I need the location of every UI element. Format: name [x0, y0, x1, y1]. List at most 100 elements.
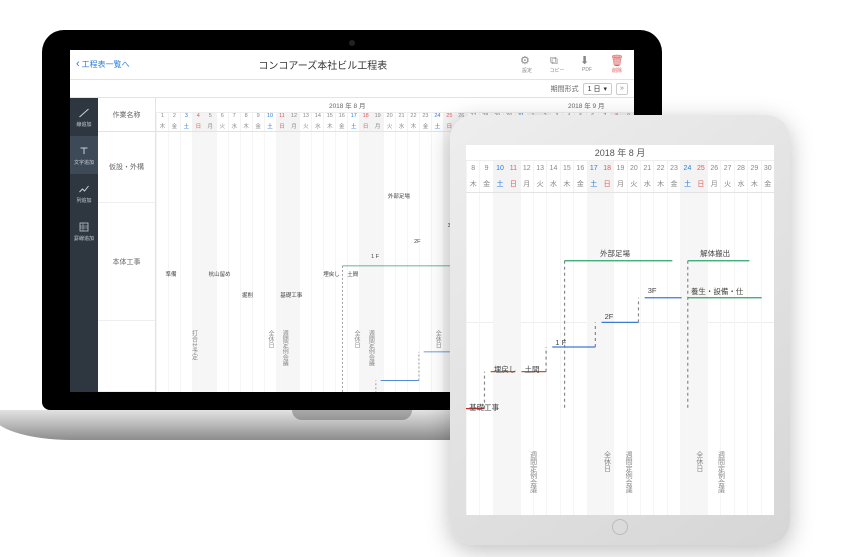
schedule-note: 週間定例会議 — [366, 330, 375, 366]
tool-add-line[interactable]: 線追加 — [70, 98, 98, 136]
dow-cell: 水 — [734, 176, 747, 192]
day-cell: 30 — [761, 161, 774, 177]
dow-cell: 金 — [479, 176, 492, 192]
dow-cell: 日 — [506, 176, 519, 192]
tool-label: 文字追加 — [74, 159, 94, 166]
dow-cell: 木 — [747, 176, 760, 192]
day-cell: 13 — [299, 113, 311, 122]
dow-cell: 土 — [493, 176, 506, 192]
dow-cell: 月 — [613, 176, 626, 192]
task-label: 外部足場 — [388, 192, 410, 200]
tool-label: 罫線追加 — [74, 235, 94, 242]
day-cell: 18 — [359, 113, 371, 122]
tool-label: 線追加 — [76, 121, 91, 128]
day-cell: 14 — [311, 113, 323, 122]
day-cell: 11 — [276, 113, 288, 122]
dow-cell: 金 — [573, 176, 586, 192]
task-label: 2F — [414, 239, 420, 245]
day-cell: 27 — [720, 161, 733, 177]
dow-cell: 火 — [383, 122, 395, 131]
text-icon — [78, 145, 90, 157]
dow-cell: 金 — [252, 122, 264, 131]
day-cell: 22 — [407, 113, 419, 122]
dow-cell: 金 — [667, 176, 680, 192]
dow-cell: 日 — [276, 122, 288, 131]
day-cell: 15 — [560, 161, 573, 177]
dow-cell: 水 — [546, 176, 559, 192]
laptop-notch — [292, 410, 412, 420]
dow-cell: 木 — [407, 122, 419, 131]
tablet-mockup: 2018 年 8 月 89101112131415161718192021222… — [450, 115, 790, 545]
tool-add-column[interactable]: 列追加 — [70, 174, 98, 212]
ruler-icon — [78, 221, 90, 233]
delete-button[interactable]: 🗑 削除 — [606, 55, 628, 74]
task-label: 3F — [648, 286, 657, 295]
column-icon — [78, 183, 90, 195]
dow-cell: 火 — [720, 176, 733, 192]
tool-add-ruler[interactable]: 罫線追加 — [70, 212, 98, 250]
row-label: 仮設・外構 — [98, 132, 155, 203]
dow-cell: 木 — [323, 122, 335, 131]
period-select[interactable]: 1 日 ▾ — [583, 83, 612, 95]
dow-cell: 金 — [419, 122, 431, 131]
dow-cell: 水 — [640, 176, 653, 192]
day-cell: 7 — [228, 113, 240, 122]
day-cell: 2 — [168, 113, 180, 122]
day-cell: 26 — [707, 161, 720, 177]
dow-cell: 月 — [520, 176, 533, 192]
pdf-button[interactable]: ⬇ PDF — [576, 55, 598, 74]
back-button[interactable]: ‹ 工程表一覧へ — [76, 59, 130, 70]
day-cell: 5 — [204, 113, 216, 122]
task-label: 解体搬出 — [700, 248, 730, 259]
dow-cell: 火 — [216, 122, 228, 131]
dow-cell: 月 — [204, 122, 216, 131]
expand-button[interactable]: » — [616, 83, 628, 95]
tablet-month: 2018 年 8 月 — [466, 145, 774, 161]
day-cell: 11 — [506, 161, 519, 177]
copy-label: コピー — [549, 67, 564, 74]
day-cell: 21 — [640, 161, 653, 177]
row-labels: 仮設・外構 本体工事 — [98, 132, 156, 392]
tool-add-text[interactable]: 文字追加 — [70, 136, 98, 174]
tablet-home-button[interactable] — [612, 519, 628, 535]
period-value: 1 日 — [588, 84, 601, 94]
day-cell: 19 — [371, 113, 383, 122]
dow-cell: 土 — [264, 122, 276, 131]
task-label: 土間 — [347, 270, 358, 278]
settings-button[interactable]: ⚙ 設定 — [516, 55, 538, 74]
task-label: 2F — [605, 312, 614, 321]
pdf-label: PDF — [582, 67, 592, 73]
tablet-gantt[interactable]: 外部足場解体搬出基礎工事埋戻し土間1 F2F3F養生・設備・仕 週間定例会議全休… — [466, 193, 774, 515]
tablet-screen: 2018 年 8 月 89101112131415161718192021222… — [466, 145, 774, 515]
dow-cell: 木 — [653, 176, 666, 192]
dow-cell: 土 — [680, 176, 693, 192]
schedule-note: 週間定例会議 — [715, 451, 725, 493]
dow-cell: 木 — [156, 122, 168, 131]
day-cell: 9 — [252, 113, 264, 122]
schedule-note: 週間定例会議 — [528, 451, 538, 493]
month-2: 2018 年 9 月 — [538, 100, 634, 110]
dow-cell: 日 — [694, 176, 707, 192]
day-cell: 23 — [419, 113, 431, 122]
copy-button[interactable]: ⧉ コピー — [546, 55, 568, 74]
schedule-note: 週間定例会議 — [623, 451, 633, 493]
day-cell: 12 — [287, 113, 299, 122]
schedule-note: 全休日 — [433, 330, 442, 348]
dow-cell: 木 — [466, 176, 479, 192]
dow-cell: 金 — [335, 122, 347, 131]
day-cell: 8 — [240, 113, 252, 122]
expand-icon: » — [620, 85, 624, 92]
download-icon: ⬇ — [580, 55, 594, 67]
day-cell: 29 — [747, 161, 760, 177]
chevron-left-icon: ‹ — [76, 59, 80, 70]
day-cell: 28 — [734, 161, 747, 177]
dow-cell: 火 — [533, 176, 546, 192]
schedule-note: 全休日 — [602, 451, 612, 472]
topbar: ‹ 工程表一覧へ コンコアーズ本社ビル工程表 ⚙ 設定 ⧉ コピー ⬇ P — [70, 50, 634, 80]
vertical-toolbar: 線追加 文字追加 列追加 罫線追加 — [70, 98, 98, 392]
day-cell: 17 — [347, 113, 359, 122]
dow-cell: 水 — [311, 122, 323, 131]
copy-icon: ⧉ — [550, 55, 564, 67]
task-label: 杭山留め — [209, 270, 231, 278]
line-icon — [78, 107, 90, 119]
